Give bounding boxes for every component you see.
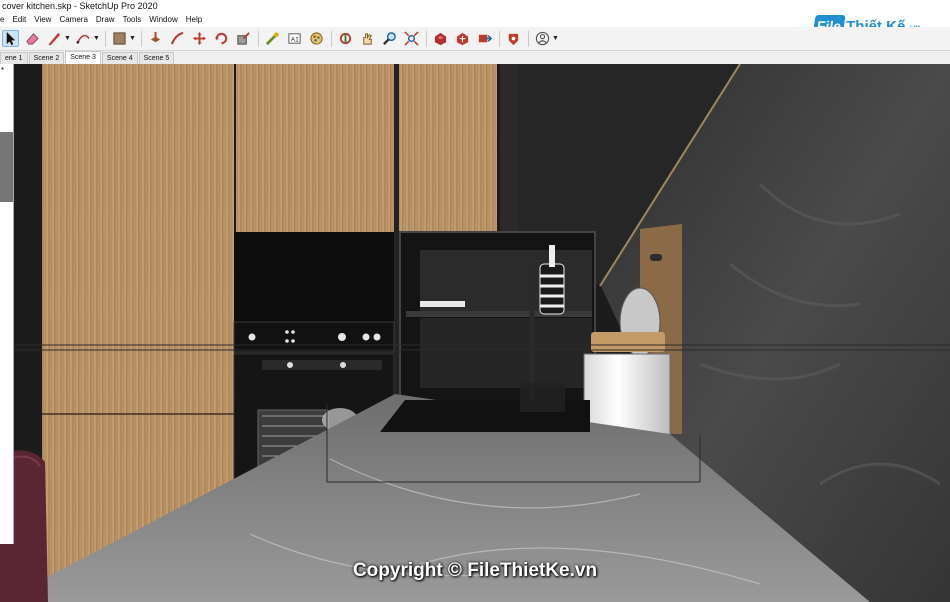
oven-button: [285, 339, 289, 343]
tab-scene-2[interactable]: Scene 2: [28, 52, 65, 64]
scene-tabs: ene 1 Scene 2 Scene 3 Scene 4 Scene 5: [0, 51, 950, 64]
arc-icon[interactable]: [75, 30, 92, 47]
orbit-icon[interactable]: [337, 30, 354, 47]
toolbar-separator: [258, 30, 259, 47]
rectangle-shape-icon[interactable]: [111, 30, 128, 47]
oven-display: [262, 360, 382, 370]
svg-text:A1: A1: [291, 36, 299, 43]
oven-knob: [340, 362, 346, 368]
menu-file[interactable]: e: [0, 13, 8, 27]
toolbar-separator: [499, 30, 500, 47]
menu-help[interactable]: Help: [182, 13, 206, 27]
upper-cabinet-right: [399, 64, 497, 232]
text-icon[interactable]: A1: [286, 30, 303, 47]
toolbar-separator: [105, 30, 106, 47]
push-pull-icon[interactable]: [147, 30, 164, 47]
pan-icon[interactable]: [359, 30, 376, 47]
main-toolbar: ▼ ▼ ▼ A1 ▼: [0, 27, 950, 51]
oven-knob: [338, 333, 346, 341]
left-panel: *: [0, 64, 14, 544]
jar-lid: [591, 332, 665, 352]
appliance-niche: [234, 232, 394, 324]
shelf-back-bottom: [420, 318, 592, 388]
extension-manager-icon[interactable]: [505, 30, 522, 47]
follow-me-icon[interactable]: [169, 30, 186, 47]
oven-button: [285, 330, 289, 334]
send-to-layout-icon[interactable]: [476, 30, 493, 47]
shelf-board: [406, 311, 592, 317]
upper-cabinet-mid: [236, 64, 394, 232]
menu-window[interactable]: Window: [145, 13, 181, 27]
menu-edit[interactable]: Edit: [8, 13, 30, 27]
zoom-icon[interactable]: [381, 30, 398, 47]
chevron-down-icon[interactable]: ▼: [64, 35, 71, 42]
tall-cabinet: [42, 64, 234, 414]
panel-scroll-block[interactable]: [0, 132, 13, 202]
eraser-icon[interactable]: [24, 30, 41, 47]
scale-icon[interactable]: [235, 30, 252, 47]
cabinet-gap: [394, 64, 399, 399]
toolbar-separator: [331, 30, 332, 47]
toolbar-separator: [141, 30, 142, 47]
kitchen-scene: [0, 64, 950, 602]
extension-warehouse-icon[interactable]: [454, 30, 471, 47]
toolbar-separator: [426, 30, 427, 47]
oven-knob: [248, 333, 256, 341]
toolbar-separator: [528, 30, 529, 47]
board-handle-hole: [650, 254, 662, 261]
move-icon[interactable]: [191, 30, 208, 47]
menu-tools[interactable]: Tools: [119, 13, 146, 27]
menu-bar: e Edit View Camera Draw Tools Window Hel…: [0, 13, 950, 27]
tab-scene-5[interactable]: Scene 5: [138, 52, 175, 64]
zoom-extents-icon[interactable]: [403, 30, 420, 47]
chevron-down-icon[interactable]: ▼: [93, 35, 100, 42]
oven-button: [291, 339, 295, 343]
account-icon[interactable]: [534, 30, 551, 47]
chevron-down-icon[interactable]: ▼: [129, 35, 136, 42]
menu-draw[interactable]: Draw: [92, 13, 119, 27]
oven-knob: [373, 333, 381, 341]
oven-knob: [287, 362, 293, 368]
book-stack: [420, 301, 465, 307]
tab-scene-3[interactable]: Scene 3: [65, 51, 101, 64]
window-title: cover kitchen.skp - SketchUp Pro 2020: [0, 0, 950, 14]
chevron-down-icon[interactable]: ▼: [552, 35, 559, 42]
panel-tag: *: [1, 66, 5, 75]
sink-shadow: [520, 382, 565, 412]
pencil-line-icon[interactable]: [46, 30, 63, 47]
model-viewport[interactable]: [0, 64, 950, 602]
tab-scene-1[interactable]: ene 1: [0, 52, 28, 64]
oven-knob: [362, 333, 370, 341]
copyright-watermark: Copyright © FileThietKe.vn: [352, 560, 598, 581]
tape-measure-icon[interactable]: [264, 30, 281, 47]
menu-view[interactable]: View: [30, 13, 55, 27]
paint-bucket-icon[interactable]: [308, 30, 325, 47]
select-arrow-icon[interactable]: [2, 30, 19, 47]
3d-warehouse-icon[interactable]: [432, 30, 449, 47]
menu-camera[interactable]: Camera: [55, 13, 91, 27]
utensil: [549, 245, 555, 267]
oven-control-panel: [233, 321, 395, 353]
oven-button: [291, 330, 295, 334]
tab-scene-4[interactable]: Scene 4: [101, 52, 138, 64]
rotate-icon[interactable]: [213, 30, 230, 47]
